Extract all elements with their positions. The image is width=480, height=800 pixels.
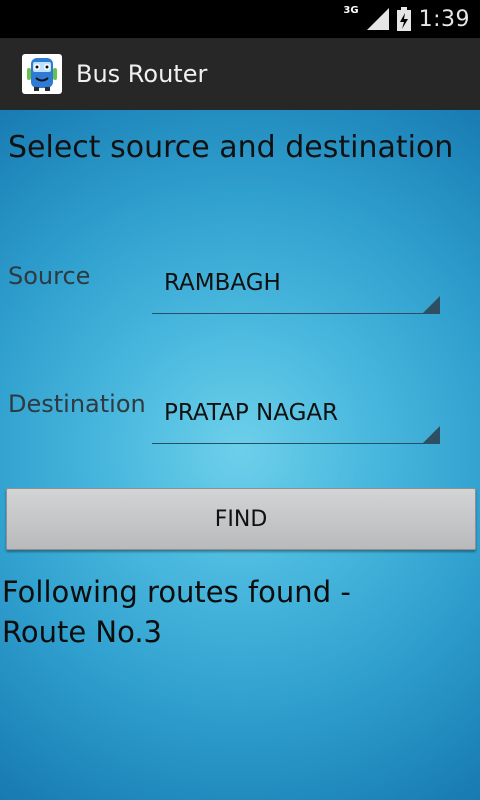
find-button[interactable]: FIND	[6, 488, 476, 550]
bus-app-icon[interactable]	[22, 54, 62, 94]
status-icons: 3G 1:39	[343, 6, 470, 32]
dropdown-arrow-icon	[422, 426, 440, 444]
action-bar: Bus Router	[0, 38, 480, 112]
status-bar: 3G 1:39	[0, 0, 480, 38]
source-value: RAMBAGH	[164, 270, 281, 296]
destination-spinner-underline	[152, 443, 440, 444]
result-line-2: Route No.3	[2, 615, 162, 649]
source-spinner[interactable]: RAMBAGH	[152, 260, 440, 314]
destination-spinner[interactable]: PRATAP NAGAR	[152, 390, 440, 444]
network-type-label: 3G	[343, 5, 359, 16]
main-content: Select source and destination Source RAM…	[0, 110, 480, 800]
source-spinner-underline	[152, 313, 440, 314]
destination-value: PRATAP NAGAR	[164, 400, 339, 426]
source-label: Source	[8, 262, 91, 290]
destination-label: Destination	[8, 390, 146, 418]
signal-icon	[366, 8, 389, 30]
dropdown-arrow-icon	[422, 296, 440, 314]
app-title: Bus Router	[76, 60, 208, 88]
result-text: Following routes found - Route No.3	[2, 572, 472, 652]
page-heading: Select source and destination	[8, 130, 454, 165]
result-line-1: Following routes found -	[2, 575, 351, 609]
clock: 1:39	[418, 6, 470, 32]
battery-icon	[396, 7, 411, 31]
